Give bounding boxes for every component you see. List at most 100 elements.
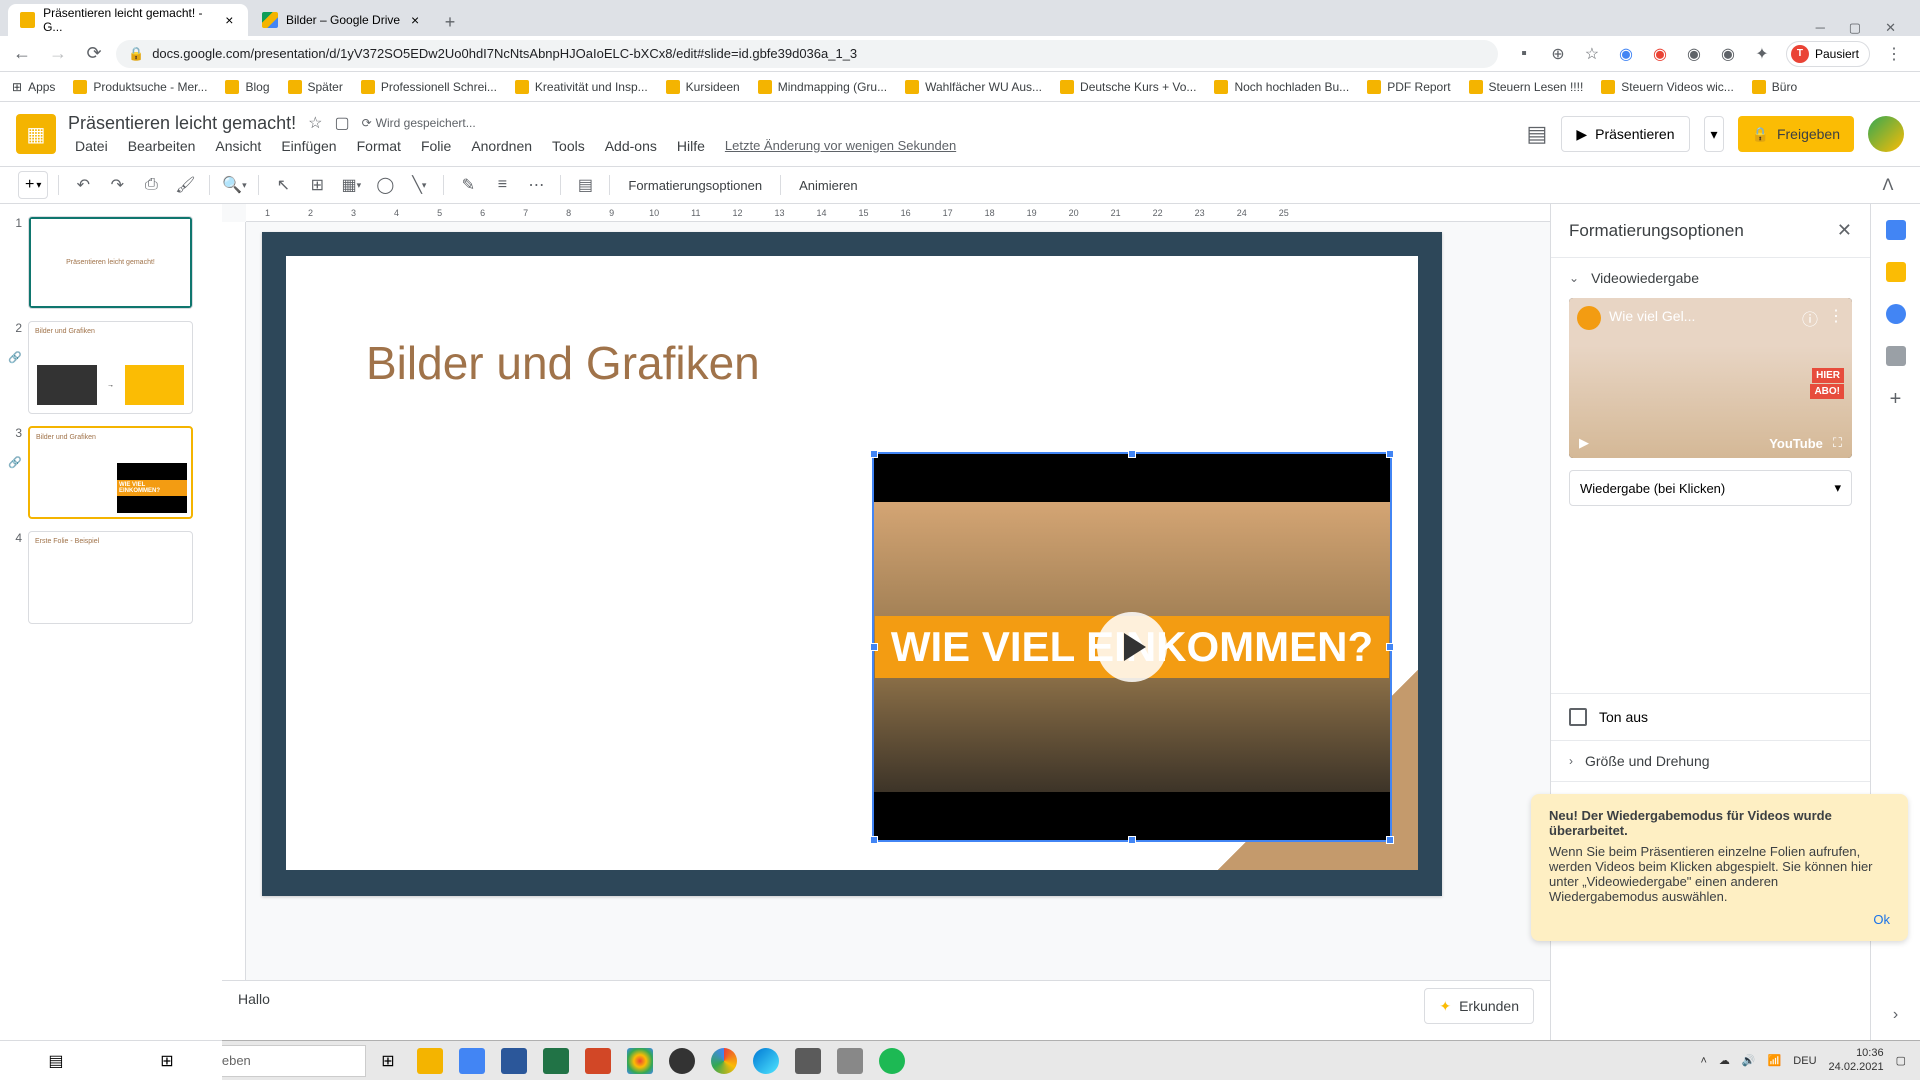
textbox-tool[interactable]: ⊞ [303, 171, 331, 199]
menu-view[interactable]: Ansicht [208, 136, 268, 156]
checkbox[interactable] [1569, 708, 1587, 726]
slide-title-text[interactable]: Bilder und Grafiken [366, 336, 760, 390]
browser-tab-active[interactable]: Präsentieren leicht gemacht! - G... × [8, 4, 248, 36]
menu-slide[interactable]: Folie [414, 136, 458, 156]
shape-tool[interactable]: ◯ [371, 171, 399, 199]
new-slide-button[interactable]: +▾ [18, 171, 48, 199]
document-title[interactable]: Präsentieren leicht gemacht! [68, 113, 296, 134]
line-tool[interactable]: ╲▾ [405, 171, 433, 199]
notifications-icon[interactable]: ▢ [1896, 1054, 1906, 1067]
bookmark-item[interactable]: Steuern Videos wic... [1601, 80, 1734, 94]
slide-thumbnail-2[interactable]: 2🔗 Bilder und Grafiken→ [8, 321, 214, 414]
taskbar-app[interactable] [452, 1042, 492, 1080]
callout-ok-button[interactable]: Ok [1549, 912, 1890, 927]
zoom-icon[interactable]: ⊕ [1548, 44, 1568, 64]
taskbar-app[interactable] [494, 1042, 534, 1080]
collapse-toolbar-button[interactable]: ᐱ [1874, 171, 1902, 199]
resize-handle[interactable] [870, 450, 878, 458]
close-window-icon[interactable]: ✕ [1885, 20, 1896, 36]
present-dropdown[interactable]: ▾ [1704, 116, 1724, 152]
speaker-notes[interactable]: Hallo ✦ Erkunden [222, 980, 1550, 1040]
size-rotation-section[interactable]: › Größe und Drehung [1569, 753, 1852, 769]
info-icon[interactable]: ⓘ [1802, 306, 1818, 330]
calendar-icon[interactable] [1886, 220, 1906, 240]
resize-handle[interactable] [870, 836, 878, 844]
reload-button[interactable]: ⟳ [80, 40, 108, 68]
ext-icon[interactable]: ◉ [1718, 44, 1738, 64]
bookmark-item[interactable]: Noch hochladen Bu... [1214, 80, 1349, 94]
bookmark-item[interactable]: Wahlfächer WU Aus... [905, 80, 1042, 94]
keep-icon[interactable] [1886, 262, 1906, 282]
comment-button[interactable]: ▤ [571, 171, 599, 199]
ext-icon[interactable]: ◉ [1616, 44, 1636, 64]
menu-icon[interactable]: ⋮ [1884, 44, 1904, 64]
minimize-icon[interactable]: ─ [1816, 20, 1825, 36]
resize-handle[interactable] [1386, 643, 1394, 651]
account-avatar[interactable] [1868, 116, 1904, 152]
taskbar-app[interactable] [578, 1042, 618, 1080]
border-dash-button[interactable]: ⋯ [522, 171, 550, 199]
maximize-icon[interactable]: ▢ [1849, 20, 1861, 36]
animate-button[interactable]: Animieren [791, 178, 866, 193]
undo-button[interactable]: ↶ [69, 171, 97, 199]
taskbar-app[interactable] [704, 1042, 744, 1080]
playback-mode-select[interactable]: Wiedergabe (bei Klicken) ▾ [1569, 470, 1852, 506]
taskbar-app[interactable] [620, 1042, 660, 1080]
apps-button[interactable]: ⊞Apps [12, 80, 55, 94]
slide-thumbnail-4[interactable]: 4 Erste Folie - Beispiel [8, 531, 214, 624]
video-preview[interactable]: Wie viel Gel... ⓘ⋮ HIER ABO! ▶ YouTube ⛶ [1569, 298, 1852, 458]
video-object[interactable]: WIE VIEL EINKOMMEN? [872, 452, 1392, 842]
close-icon[interactable]: × [223, 13, 236, 27]
wifi-icon[interactable]: 📶 [1768, 1054, 1782, 1067]
collapse-rail-icon[interactable]: › [1893, 1006, 1898, 1040]
taskbar-app[interactable] [662, 1042, 702, 1080]
comments-icon[interactable]: ▤ [1527, 121, 1548, 147]
close-panel-icon[interactable]: ✕ [1837, 220, 1852, 241]
select-tool[interactable]: ↖ [269, 171, 297, 199]
bookmark-item[interactable]: Kreativität und Insp... [515, 80, 648, 94]
ext-icon[interactable]: ◉ [1684, 44, 1704, 64]
menu-addons[interactable]: Add-ons [598, 136, 664, 156]
menu-file[interactable]: Datei [68, 136, 115, 156]
fullscreen-icon[interactable]: ⛶ [1833, 435, 1842, 451]
task-view-button[interactable]: ⊞ [368, 1042, 408, 1080]
volume-icon[interactable]: 🔊 [1742, 1054, 1756, 1067]
profile-chip[interactable]: T Pausiert [1786, 41, 1870, 67]
move-icon[interactable]: ▢ [334, 113, 349, 133]
tasks-icon[interactable] [1886, 304, 1906, 324]
resize-handle[interactable] [1128, 450, 1136, 458]
redo-button[interactable]: ↷ [103, 171, 131, 199]
url-bar[interactable]: 🔒 docs.google.com/presentation/d/1yV372S… [116, 40, 1498, 68]
bookmark-item[interactable]: Deutsche Kurs + Vo... [1060, 80, 1196, 94]
ext-icon[interactable]: ◉ [1650, 44, 1670, 64]
taskbar-app[interactable] [410, 1042, 450, 1080]
bookmark-item[interactable]: PDF Report [1367, 80, 1450, 94]
slide-thumbnail-3[interactable]: 3🔗 Bilder und GrafikenWIE VIEL EINKOMMEN… [8, 426, 214, 519]
close-icon[interactable]: × [408, 13, 422, 27]
browser-tab-inactive[interactable]: Bilder – Google Drive × [250, 4, 434, 36]
resize-handle[interactable] [1386, 836, 1394, 844]
taskbar-app[interactable] [788, 1042, 828, 1080]
video-icon[interactable]: ▪ [1514, 44, 1534, 64]
image-tool[interactable]: ▦▾ [337, 171, 365, 199]
language-indicator[interactable]: DEU [1793, 1055, 1816, 1067]
mute-checkbox-row[interactable]: Ton aus [1551, 693, 1870, 740]
bookmark-item[interactable]: Später [288, 80, 343, 94]
bookmark-item[interactable]: Blog [225, 80, 269, 94]
menu-insert[interactable]: Einfügen [274, 136, 343, 156]
resize-handle[interactable] [1386, 450, 1394, 458]
border-color-button[interactable]: ✎ [454, 171, 482, 199]
new-tab-button[interactable]: + [436, 8, 464, 36]
taskbar-app[interactable] [746, 1042, 786, 1080]
slide-thumbnail-1[interactable]: 1 Präsentieren leicht gemacht! [8, 216, 214, 309]
bookmark-star-icon[interactable]: ☆ [1582, 44, 1602, 64]
back-button[interactable]: ← [8, 40, 36, 68]
bookmark-item[interactable]: Kursideen [666, 80, 740, 94]
menu-arrange[interactable]: Anordnen [464, 136, 539, 156]
taskbar-app[interactable] [536, 1042, 576, 1080]
play-icon[interactable]: ▶ [1579, 435, 1589, 451]
slides-logo-icon[interactable]: ▦ [16, 114, 56, 154]
menu-tools[interactable]: Tools [545, 136, 592, 156]
play-button[interactable] [1097, 612, 1167, 682]
taskbar-app[interactable] [830, 1042, 870, 1080]
